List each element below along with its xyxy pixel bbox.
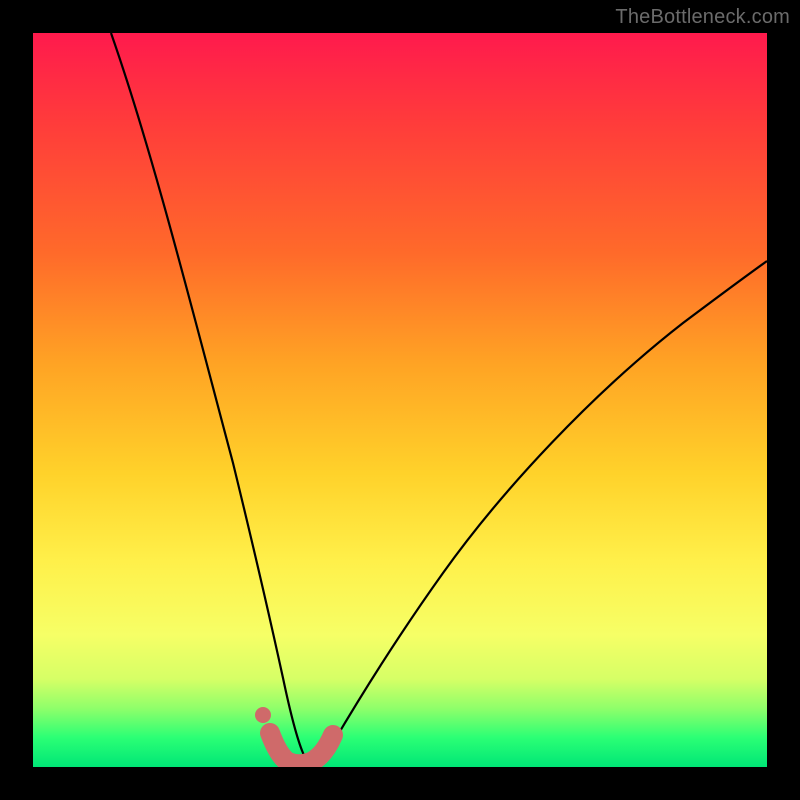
curve-layer [33, 33, 767, 767]
bottleneck-curve [111, 33, 767, 765]
highlight-dot [255, 707, 271, 723]
plot-area [33, 33, 767, 767]
watermark-text: TheBottleneck.com [615, 6, 790, 29]
chart-frame: TheBottleneck.com [0, 0, 800, 800]
